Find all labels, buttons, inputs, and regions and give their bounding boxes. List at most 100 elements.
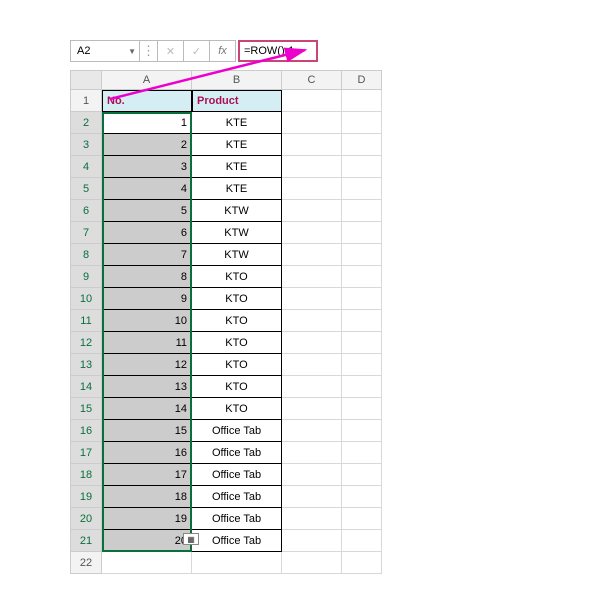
row-header[interactable]: 21 [70,530,102,552]
cell-b[interactable]: KTO [192,266,282,288]
spreadsheet-grid[interactable]: A B C D 1No.Product21KTE32KTE43KTE54KTE6… [70,70,530,574]
cell[interactable] [342,112,382,134]
cell[interactable] [102,552,192,574]
row-header[interactable]: 6 [70,200,102,222]
chevron-down-icon[interactable]: ▼ [128,47,136,56]
cell-b[interactable]: Office Tab [192,486,282,508]
cell[interactable] [342,134,382,156]
cell[interactable] [342,464,382,486]
formula-input[interactable]: =ROW()-1 [238,40,318,62]
row-header[interactable]: 4 [70,156,102,178]
cell[interactable] [282,464,342,486]
cell[interactable] [282,266,342,288]
row-header[interactable]: 17 [70,442,102,464]
row-header[interactable]: 16 [70,420,102,442]
row-header[interactable]: 9 [70,266,102,288]
cell-a[interactable]: 15 [102,420,192,442]
cell-a[interactable]: 2 [102,134,192,156]
cell[interactable] [342,90,382,112]
cell-b[interactable]: KTE [192,178,282,200]
cell-b[interactable]: KTO [192,354,282,376]
cell[interactable] [342,442,382,464]
row-header[interactable]: 20 [70,508,102,530]
cell[interactable] [282,112,342,134]
cell[interactable] [282,552,342,574]
cell[interactable] [282,354,342,376]
cell[interactable] [342,200,382,222]
cell[interactable] [282,398,342,420]
col-header-a[interactable]: A [102,70,192,90]
cell[interactable] [342,420,382,442]
row-header[interactable]: 8 [70,244,102,266]
row-header[interactable]: 19 [70,486,102,508]
cell[interactable] [342,486,382,508]
cell-b[interactable]: KTE [192,134,282,156]
cell-a[interactable]: 1 [102,112,192,134]
row-header[interactable]: 5 [70,178,102,200]
cell-a[interactable]: 19 [102,508,192,530]
cell-a[interactable]: 16 [102,442,192,464]
col-header-d[interactable]: D [342,70,382,90]
row-header[interactable]: 10 [70,288,102,310]
select-all-corner[interactable] [70,70,102,90]
cell[interactable] [342,178,382,200]
cancel-button[interactable]: ✕ [158,40,184,62]
cell[interactable] [342,552,382,574]
cell-a[interactable]: 14 [102,398,192,420]
cell-a[interactable]: 12 [102,354,192,376]
cell[interactable] [342,332,382,354]
cell-b[interactable]: KTO [192,288,282,310]
row-header[interactable]: 18 [70,464,102,486]
cell[interactable] [282,486,342,508]
fx-button[interactable]: fx [210,40,236,62]
cell-b[interactable]: KTW [192,200,282,222]
cell-b[interactable]: Office Tab [192,464,282,486]
cell-b[interactable]: KTO [192,398,282,420]
cell-b[interactable]: KTO [192,310,282,332]
row-header[interactable]: 11 [70,310,102,332]
row-header[interactable]: 7 [70,222,102,244]
cell-b[interactable]: Office Tab [192,442,282,464]
cell-b[interactable]: KTE [192,156,282,178]
cell-b[interactable]: Office Tab [192,420,282,442]
cell-a[interactable]: 9 [102,288,192,310]
cell[interactable] [342,508,382,530]
row-header[interactable]: 13 [70,354,102,376]
row-header[interactable]: 12 [70,332,102,354]
cell-b[interactable]: KTO [192,376,282,398]
cell-a[interactable]: 17 [102,464,192,486]
cell[interactable] [282,134,342,156]
row-header[interactable]: 22 [70,552,102,574]
cell-b[interactable]: KTO [192,332,282,354]
cell-b[interactable]: KTW [192,222,282,244]
col-header-b[interactable]: B [192,70,282,90]
cell[interactable] [282,420,342,442]
cell-a[interactable]: 18 [102,486,192,508]
cell[interactable] [282,288,342,310]
cell-a[interactable]: 20 [102,530,192,552]
cell[interactable] [342,354,382,376]
cell[interactable] [342,398,382,420]
cell[interactable] [342,156,382,178]
cell-a[interactable]: 11 [102,332,192,354]
cell[interactable] [342,266,382,288]
cell-b[interactable]: Office Tab [192,508,282,530]
cell[interactable] [342,288,382,310]
cell[interactable] [192,552,282,574]
cell-b[interactable]: KTW [192,244,282,266]
cell-a[interactable]: 10 [102,310,192,332]
cell-a[interactable]: 3 [102,156,192,178]
col-header-c[interactable]: C [282,70,342,90]
cell-a[interactable]: 7 [102,244,192,266]
header-cell-no[interactable]: No. [102,90,192,112]
header-cell-product[interactable]: Product [192,90,282,112]
cell[interactable] [282,90,342,112]
cell-a[interactable]: 4 [102,178,192,200]
cell-a[interactable]: 5 [102,200,192,222]
autofill-options-icon[interactable]: ▦ [183,533,199,545]
cell[interactable] [282,244,342,266]
row-header[interactable]: 14 [70,376,102,398]
cell[interactable] [282,508,342,530]
cell[interactable] [342,530,382,552]
cell[interactable] [342,244,382,266]
